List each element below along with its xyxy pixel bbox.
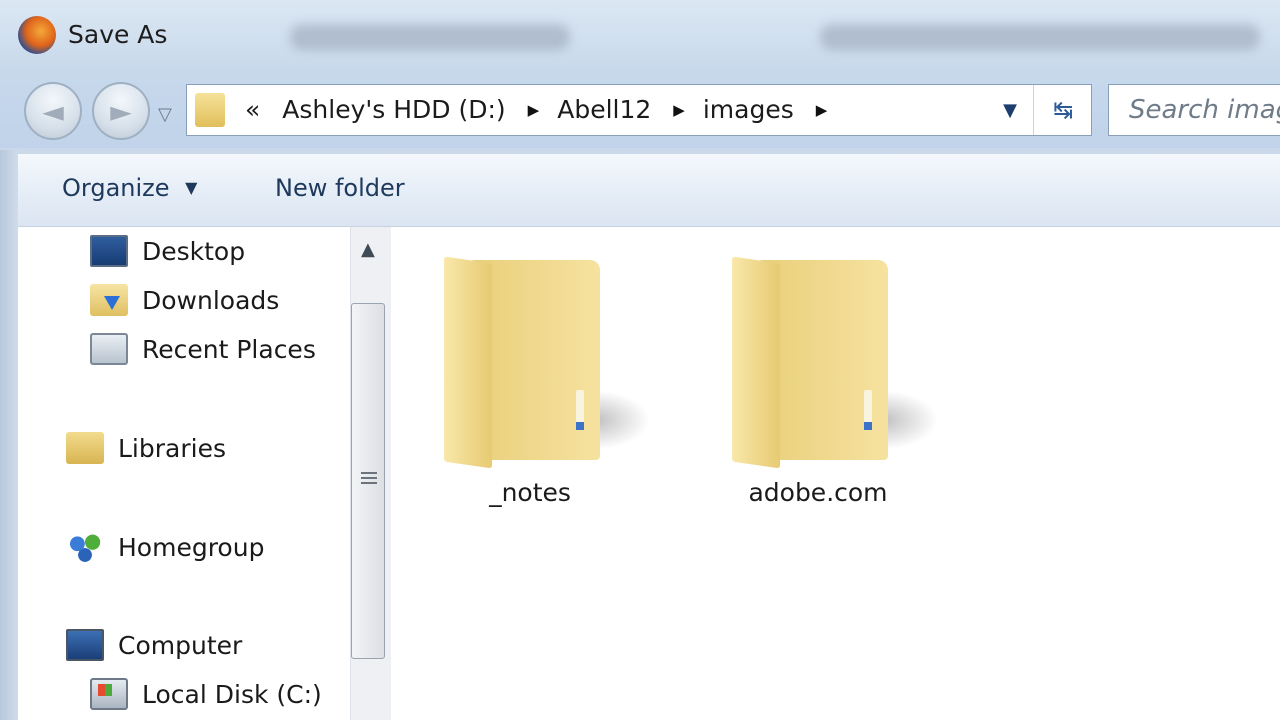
new-folder-label: New folder [275,174,405,202]
chevron-down-icon: ▼ [185,178,198,197]
computer-icon [66,629,104,661]
nav-item-label: Desktop [142,236,246,266]
back-button[interactable]: ◄ [24,82,82,140]
organize-button[interactable]: Organize ▼ [62,174,197,202]
folder-icon [718,240,938,470]
search-input[interactable]: Search images [1108,84,1280,136]
refresh-button[interactable]: ↹ [1033,85,1092,135]
nav-item-label: Downloads [142,285,280,315]
forward-button[interactable]: ► [92,82,150,140]
recent-locations-dropdown[interactable]: ▽ [158,104,172,125]
window-border [0,150,18,720]
desktop-icon [90,235,128,267]
nav-item-label: Computer [118,630,243,660]
breadcrumb-separator-icon[interactable]: ▶ [528,101,540,119]
nav-item-homegroup[interactable]: Homegroup [66,531,264,563]
breadcrumb: « Ashley's HDD (D:) ▶ Abell12 ▶ images ▶ [245,95,845,124]
breadcrumb-separator-icon[interactable]: ▶ [673,101,685,119]
firefox-icon [18,16,56,54]
nav-item-label: Local Disk (C:) [142,679,322,709]
new-folder-button[interactable]: New folder [275,174,405,202]
libraries-icon [66,432,104,464]
folder-name: _notes [489,478,571,507]
forward-arrow-icon: ► [110,94,132,128]
nav-item-local-disk-c[interactable]: Local Disk (C:) [90,678,322,710]
address-dropdown-button[interactable]: ▼ [987,85,1033,135]
scroll-up-arrow-icon[interactable]: ▲ [361,239,375,260]
organize-label: Organize [62,174,170,202]
scrollbar-thumb[interactable] [351,303,385,659]
nav-pane-scrollbar[interactable]: ▲ [350,227,391,720]
nav-item-computer[interactable]: Computer [66,629,242,661]
nav-item-libraries[interactable]: Libraries [66,432,226,464]
breadcrumb-item-abell12[interactable]: Abell12 [557,95,651,124]
nav-item-desktop[interactable]: Desktop [90,235,245,267]
breadcrumb-separator-icon[interactable]: ▶ [816,101,828,119]
command-toolbar: Organize ▼ New folder [18,154,1280,227]
chevron-down-icon: ▽ [158,104,172,125]
downloads-icon [90,284,128,316]
window-title: Save As [68,20,168,49]
blurred-title-region [290,24,570,50]
title-bar: Save As [0,0,1280,76]
grip-icon [361,472,377,474]
local-disk-icon [90,678,128,710]
nav-item-downloads[interactable]: Downloads [90,284,279,316]
folder-item-notes[interactable]: _notes [420,240,650,507]
breadcrumb-item-images[interactable]: images [703,95,794,124]
nav-item-label: Recent Places [142,334,316,364]
folder-icon [195,93,225,127]
address-bar[interactable]: « Ashley's HDD (D:) ▶ Abell12 ▶ images ▶… [186,84,1092,136]
refresh-icon: ↹ [1052,96,1074,124]
navigation-pane: Desktop Downloads Recent Places Librarie… [18,227,350,720]
blurred-title-region-right [820,24,1260,50]
nav-item-recent-places[interactable]: Recent Places [90,333,316,365]
recent-places-icon [90,333,128,365]
folder-icon [430,240,650,470]
nav-item-label: Homegroup [118,532,265,562]
nav-item-label: Libraries [118,433,226,463]
breadcrumb-overflow-icon[interactable]: « [245,95,260,124]
search-placeholder: Search images [1129,95,1280,125]
back-arrow-icon: ◄ [42,94,64,128]
homegroup-icon [66,531,104,563]
folder-name: adobe.com [748,478,888,507]
chevron-down-icon: ▼ [1003,99,1017,121]
breadcrumb-item-drive[interactable]: Ashley's HDD (D:) [282,95,505,124]
folder-item-adobe-com[interactable]: adobe.com [708,240,938,507]
